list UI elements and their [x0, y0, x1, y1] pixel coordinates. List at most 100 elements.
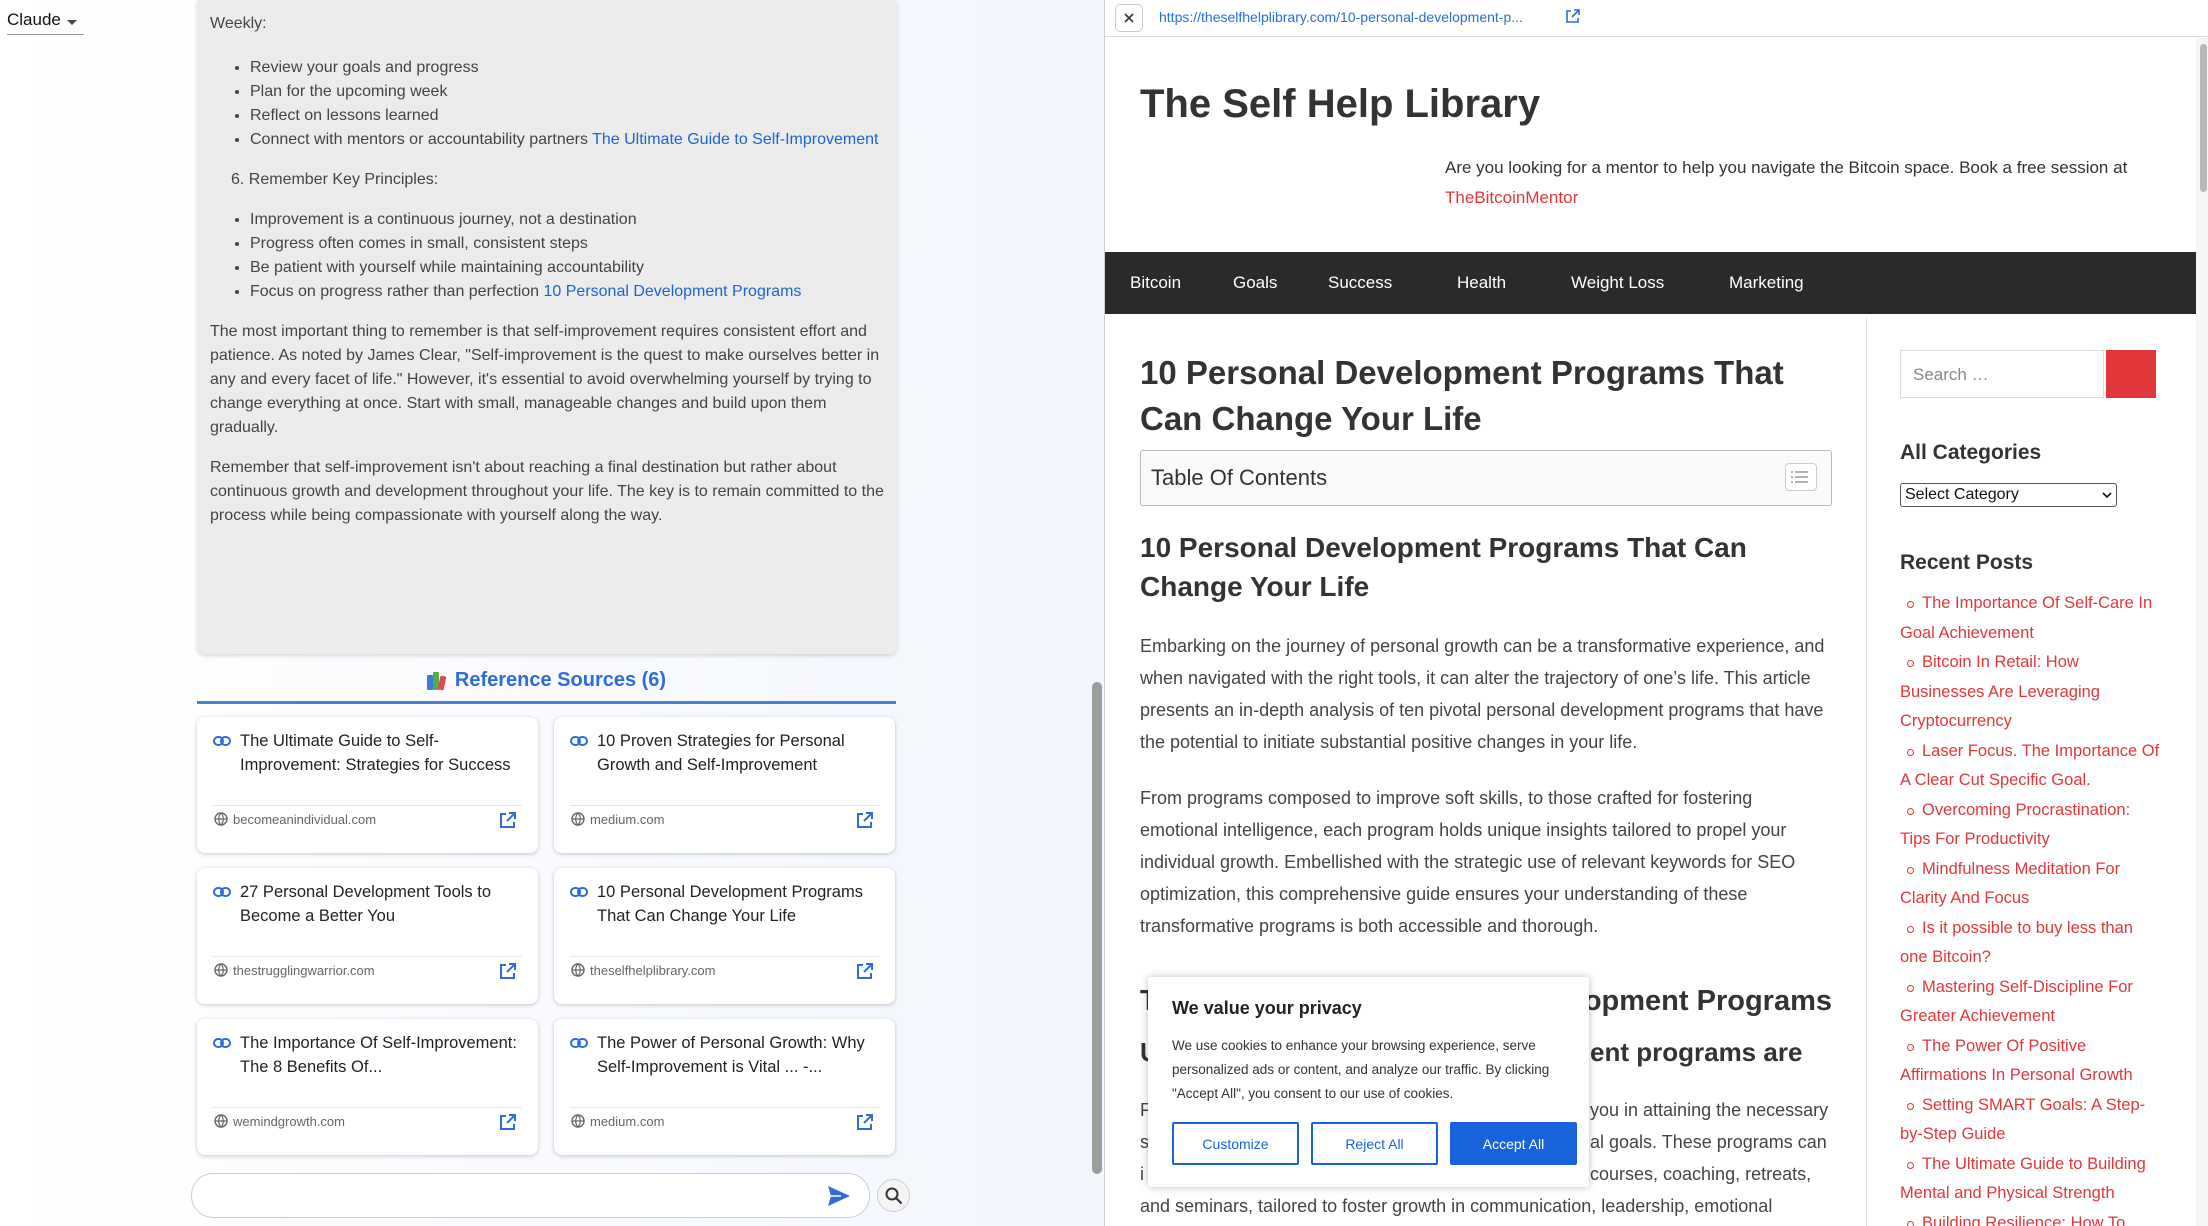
- globe-icon: [571, 963, 585, 977]
- external-link-icon[interactable]: [499, 1114, 516, 1131]
- recent-post-link[interactable]: Overcoming Procrastination: Tips For Pro…: [1900, 796, 2160, 855]
- paragraph-fragment: courses, coaching, retreats,: [1590, 1164, 1812, 1184]
- recent-post-link[interactable]: The Importance Of Self-Care In Goal Achi…: [1900, 589, 2160, 648]
- accept-all-button[interactable]: Accept All: [1450, 1122, 1577, 1165]
- principles-list: Improvement is a continuous journey, not…: [210, 208, 885, 304]
- recent-post-link[interactable]: Setting SMART Goals: A Step-by-Step Guid…: [1900, 1091, 2160, 1150]
- closing-paragraph: Remember that self-improvement isn't abo…: [210, 459, 884, 524]
- search-input[interactable]: Search …: [1900, 350, 2104, 398]
- page-scrollbar-thumb[interactable]: [2200, 44, 2207, 192]
- nav-item-weight-loss[interactable]: Weight Loss: [1571, 273, 1664, 293]
- paragraph-fragment: al goals. These programs can: [1590, 1132, 1827, 1152]
- reference-title: 10 Proven Strategies for Personal Growth…: [597, 732, 845, 774]
- sidebar-search: Search …: [1900, 350, 2160, 398]
- nav-item-goals[interactable]: Goals: [1233, 273, 1277, 293]
- recent-post-link[interactable]: The Power Of Positive Affirmations In Pe…: [1900, 1032, 2160, 1091]
- globe-icon: [571, 812, 585, 826]
- close-button[interactable]: [1115, 4, 1143, 32]
- model-label: Claude: [7, 10, 61, 29]
- list-item: Connect with mentors or accountability p…: [250, 128, 885, 152]
- reference-domain: theselfhelplibrary.com: [590, 963, 716, 978]
- weekly-heading: Weekly:: [210, 15, 267, 32]
- external-link-icon[interactable]: [499, 812, 516, 829]
- external-link-icon[interactable]: [856, 812, 873, 829]
- citation-link[interactable]: 10 Personal Development Programs: [544, 283, 802, 300]
- recent-post-link[interactable]: Mastering Self-Discipline For Greater Ac…: [1900, 973, 2160, 1032]
- page-scrollbar[interactable]: [2196, 38, 2208, 1226]
- divider: [213, 956, 522, 957]
- reference-domain: wemindgrowth.com: [233, 1114, 345, 1129]
- close-icon: [1124, 13, 1134, 23]
- reject-all-button[interactable]: Reject All: [1311, 1122, 1438, 1165]
- nav-item-success[interactable]: Success: [1328, 273, 1392, 293]
- category-select[interactable]: Select Category: [1900, 483, 2117, 507]
- reference-domain: thestrugglingwarrior.com: [233, 963, 375, 978]
- principles-heading: 6. Remember Key Principles:: [231, 171, 439, 188]
- list-item: Review your goals and progress: [250, 56, 885, 80]
- recent-post-link[interactable]: Building Resilience: How To: [1900, 1209, 2160, 1226]
- heading-fragment: ent programs are: [1590, 1037, 1803, 1067]
- recent-post-link[interactable]: The Ultimate Guide to Building Mental an…: [1900, 1150, 2160, 1209]
- recent-post-link[interactable]: Is it possible to buy less than one Bitc…: [1900, 914, 2160, 973]
- nav-item-bitcoin[interactable]: Bitcoin: [1130, 273, 1181, 293]
- cookie-title: We value your privacy: [1172, 998, 1362, 1018]
- recent-posts-list: The Importance Of Self-Care In Goal Achi…: [1900, 589, 2160, 1226]
- external-link-icon[interactable]: [856, 963, 873, 980]
- web-search-button[interactable]: [877, 1179, 910, 1212]
- reference-card[interactable]: The Importance Of Self-Improvement: The …: [197, 1019, 538, 1155]
- list-item-text: Focus on progress rather than perfection: [250, 283, 540, 300]
- reference-card[interactable]: 10 Personal Development Programs That Ca…: [554, 868, 895, 1004]
- list-item: Reflect on lessons learned: [250, 104, 885, 128]
- reference-domain: medium.com: [590, 812, 665, 827]
- list-item: Improvement is a continuous journey, not…: [250, 208, 885, 232]
- list-item: Focus on progress rather than perfection…: [250, 280, 885, 304]
- reference-title: 27 Personal Development Tools to Become …: [240, 883, 492, 925]
- external-link-icon[interactable]: [856, 1114, 873, 1131]
- main-navigation: Bitcoin Goals Success Health Weight Loss…: [1105, 252, 2196, 314]
- customize-button[interactable]: Customize: [1172, 1122, 1299, 1165]
- nav-item-health[interactable]: Health: [1457, 273, 1506, 293]
- search-icon: [885, 1187, 902, 1204]
- divider: [570, 956, 879, 957]
- site-title[interactable]: The Self Help Library: [1140, 82, 1540, 127]
- chat-pane: Claude Weekly: Review your goals and pro…: [0, 0, 1103, 1226]
- list-item: Progress often comes in small, consisten…: [250, 232, 885, 256]
- article-paragraph: From programs composed to improve soft s…: [1140, 788, 1796, 936]
- cookie-consent-dialog: We value your privacy We use cookies to …: [1148, 977, 1589, 1187]
- reference-title: The Ultimate Guide to Self-Improvement: …: [240, 732, 511, 774]
- chat-input[interactable]: [191, 1173, 870, 1218]
- recent-post-link[interactable]: Bitcoin In Retail: How Businesses Are Le…: [1900, 648, 2160, 737]
- external-link-icon[interactable]: [499, 963, 516, 980]
- link-icon: [570, 736, 588, 746]
- nav-item-marketing[interactable]: Marketing: [1729, 273, 1804, 293]
- books-icon: [426, 671, 447, 690]
- recent-post-link[interactable]: Laser Focus. The Importance Of A Clear C…: [1900, 737, 2160, 796]
- citation-link[interactable]: The Ultimate Guide to Self-Improvement: [592, 131, 878, 148]
- chat-scrollbar[interactable]: [1092, 682, 1102, 1174]
- page-url[interactable]: https://theselfhelplibrary.com/10-person…: [1159, 9, 1523, 25]
- paragraph-fragment: i: [1140, 1164, 1144, 1184]
- recent-posts-heading: Recent Posts: [1900, 551, 2034, 574]
- list-item: Plan for the upcoming week: [250, 80, 885, 104]
- link-icon: [213, 1038, 231, 1048]
- model-selector[interactable]: Claude: [7, 6, 84, 35]
- reference-card[interactable]: The Power of Personal Growth: Why Self-I…: [554, 1019, 895, 1155]
- reference-card[interactable]: 27 Personal Development Tools to Become …: [197, 868, 538, 1004]
- divider: [570, 1107, 879, 1108]
- send-icon[interactable]: [827, 1185, 851, 1207]
- promo-link[interactable]: TheBitcoinMentor: [1445, 188, 1578, 207]
- search-submit-button[interactable]: [2106, 350, 2156, 398]
- reference-domain: medium.com: [590, 1114, 665, 1129]
- reference-card[interactable]: The Ultimate Guide to Self-Improvement: …: [197, 717, 538, 853]
- paragraph-fragment: and seminars, tailored to foster growth …: [1140, 1196, 1773, 1216]
- globe-icon: [214, 812, 228, 826]
- reference-card[interactable]: 10 Proven Strategies for Personal Growth…: [554, 717, 895, 853]
- summary-paragraph: The most important thing to remember is …: [210, 323, 880, 436]
- table-of-contents: Table Of Contents: [1140, 450, 1832, 506]
- globe-icon: [214, 1114, 228, 1128]
- recent-post-link[interactable]: Mindfulness Meditation For Clarity And F…: [1900, 855, 2160, 914]
- browser-pane: https://theselfhelplibrary.com/10-person…: [1104, 0, 2208, 1226]
- toc-toggle-button[interactable]: [1785, 463, 1817, 491]
- article-subtitle: 10 Personal Development Programs That Ca…: [1140, 532, 1747, 602]
- open-external-icon[interactable]: [1565, 9, 1580, 24]
